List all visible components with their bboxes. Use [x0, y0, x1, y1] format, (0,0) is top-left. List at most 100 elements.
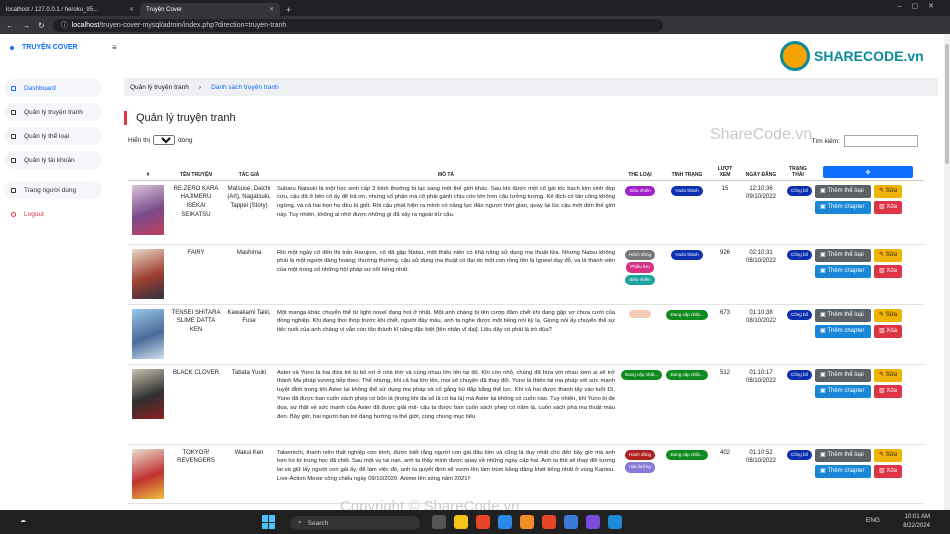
cell-status: Đang cập nhật...: [662, 364, 712, 445]
add-chapter-button[interactable]: ▣ Thêm chapter: [815, 324, 871, 338]
add-genre-label: Thêm thể loại: [827, 451, 864, 458]
menu-toggle-icon[interactable]: ≡: [112, 43, 117, 52]
edit-button[interactable]: ✎ Sửa: [874, 308, 902, 322]
back-icon[interactable]: ←: [6, 21, 14, 30]
xampp-icon[interactable]: [520, 515, 534, 529]
col-date[interactable]: NGÀY ĐĂNG: [738, 158, 784, 181]
genre-badge: Hành động: [624, 249, 656, 261]
browser-tab-active[interactable]: Truyện Cover ✕: [140, 3, 280, 16]
add-chapter-button[interactable]: ▣ Thêm chapter: [815, 200, 871, 214]
search-input[interactable]: [844, 135, 918, 147]
col-author[interactable]: TÁC GIẢ: [224, 158, 274, 181]
edit-button[interactable]: ✎ Sửa: [874, 368, 902, 382]
app-icon[interactable]: [564, 515, 578, 529]
cover-image[interactable]: [132, 368, 164, 419]
edit-label: Sửa: [885, 187, 898, 194]
cell-state: Công bố: [784, 304, 813, 365]
cover-image[interactable]: [132, 308, 164, 359]
browser-tab[interactable]: localhost / 127.0.0.1 / heroku_95... ✕: [0, 3, 140, 16]
vs-icon[interactable]: [586, 515, 600, 529]
add-genre-button[interactable]: ▣ Thêm thể loại: [815, 184, 871, 198]
col-actions: +: [812, 158, 924, 181]
close-icon[interactable]: ✕: [129, 6, 134, 13]
sidebar-item-label: Logout: [24, 210, 44, 218]
col-desc[interactable]: MÔ TẢ: [274, 158, 618, 181]
cell-name: TOKYO卍 REVENGERS: [168, 444, 224, 504]
edit-button[interactable]: ✎ Sửa: [874, 448, 902, 462]
sidebar-item-dashboard[interactable]: Dashboard: [4, 79, 102, 97]
close-icon[interactable]: ✕: [269, 6, 274, 13]
cell-state: Công bố: [784, 444, 813, 504]
forward-icon[interactable]: →: [22, 21, 30, 30]
chrome-icon[interactable]: [542, 515, 556, 529]
cell-actions: ▣ Thêm thể loại ✎ Sửa ▣ Thêm chapter ▥ X…: [812, 180, 924, 245]
delete-button[interactable]: ▥ Xóa: [874, 464, 902, 478]
cell-name: BLACK CLOVER: [168, 364, 224, 445]
url-field[interactable]: ⓘ localhost/truyen-cover-mysql/admin/ind…: [52, 18, 663, 32]
cover-image[interactable]: [132, 184, 164, 235]
book-icon: [11, 109, 16, 115]
cell-actions: ▣ Thêm thể loại ✎ Sửa ▣ Thêm chapter ▥ X…: [812, 304, 924, 365]
scrollbar-thumb[interactable]: [945, 44, 949, 164]
add-genre-button[interactable]: ▣ Thêm thể loại: [815, 248, 871, 262]
add-genre-label: Thêm thể loại: [827, 251, 864, 258]
col-status[interactable]: TÌNH TRẠNG: [662, 158, 712, 181]
add-genre-button[interactable]: ▣ Thêm thể loại: [815, 448, 871, 462]
edit-button[interactable]: ✎ Sửa: [874, 248, 902, 262]
genre-badge: [629, 309, 651, 318]
delete-button[interactable]: ▥ Xóa: [874, 200, 902, 214]
col-index[interactable]: #: [128, 158, 168, 181]
cell-author: Tabata Yuuki: [224, 364, 274, 445]
taskbar-clock[interactable]: 10:01 AM 8/22/2024: [903, 513, 930, 531]
url-path: /truyen-cover-mysql/admin/index.php?dire…: [99, 21, 287, 29]
col-name[interactable]: TÊN TRUYỆN: [168, 158, 224, 181]
sidebar-item-logout[interactable]: Logout: [4, 205, 102, 223]
add-chapter-button[interactable]: ▣ Thêm chapter: [815, 264, 871, 278]
genre-badge: Hài dướng: [625, 462, 655, 473]
windows-start-icon[interactable]: [262, 515, 276, 529]
add-comic-button[interactable]: +: [823, 165, 913, 178]
window-controls[interactable]: –▢✕: [898, 2, 944, 10]
vscode-icon[interactable]: [608, 515, 622, 529]
edge-icon[interactable]: [498, 515, 512, 529]
taskbar-search[interactable]: ⌕ Search: [290, 516, 420, 530]
search-icon: ⌕: [298, 519, 302, 526]
reload-icon[interactable]: ↻: [38, 21, 45, 30]
length-select[interactable]: 10: [153, 135, 176, 145]
add-genre-button[interactable]: ▣ Thêm thể loại: [815, 308, 871, 322]
weather-icon[interactable]: ☁: [20, 517, 26, 524]
add-genre-button[interactable]: ▣ Thêm thể loại: [815, 368, 871, 382]
new-tab-icon[interactable]: +: [286, 3, 291, 16]
user-icon: [11, 157, 16, 163]
sidebar-item-comics[interactable]: Quản lý truyện tranh: [4, 103, 102, 121]
cover-image[interactable]: [132, 448, 164, 499]
table-row: RE:ZERO KARA HAJIMERU ISEKAI SEIKATSU Ma…: [128, 180, 924, 245]
chrome-icon[interactable]: [476, 515, 490, 529]
cell-state: Công bố: [784, 244, 813, 305]
watermark-center: ShareCode.vn: [710, 126, 813, 143]
cell-views: 402: [712, 444, 738, 504]
folder-icon[interactable]: [454, 515, 468, 529]
delete-button[interactable]: ▥ Xóa: [874, 384, 902, 398]
cell-cover: [128, 304, 168, 365]
app-icon[interactable]: [432, 515, 446, 529]
col-genre[interactable]: THỂ LOẠI: [618, 158, 662, 181]
delete-button[interactable]: ▥ Xóa: [874, 324, 902, 338]
add-chapter-button[interactable]: ▣ Thêm chapter: [815, 464, 871, 478]
col-state[interactable]: TRẠNG THÁI: [784, 158, 812, 181]
add-chapter-button[interactable]: ▣ Thêm chapter: [815, 384, 871, 398]
clock-date: 8/22/2024: [903, 523, 930, 529]
cover-image[interactable]: [132, 248, 164, 299]
sidebar-item-accounts[interactable]: Quản lý tài khoản: [4, 151, 102, 169]
sidebar-item-user-page[interactable]: Trang người dùng: [4, 181, 102, 199]
breadcrumb-root[interactable]: Quản lý truyện tranh: [130, 84, 189, 91]
edit-button[interactable]: ✎ Sửa: [874, 184, 902, 198]
sidebar-item-genres[interactable]: Quản lý thể loại: [4, 127, 102, 145]
page-scrollbar[interactable]: [944, 34, 950, 510]
cell-cover: [128, 444, 168, 504]
taskbar-search-label: Search: [307, 519, 329, 527]
tray-lang[interactable]: ENG: [866, 517, 880, 524]
brand[interactable]: TRUYỆN COVER: [0, 34, 108, 61]
col-views[interactable]: LƯỢT XEM: [712, 158, 738, 181]
delete-button[interactable]: ▥ Xóa: [874, 264, 902, 278]
